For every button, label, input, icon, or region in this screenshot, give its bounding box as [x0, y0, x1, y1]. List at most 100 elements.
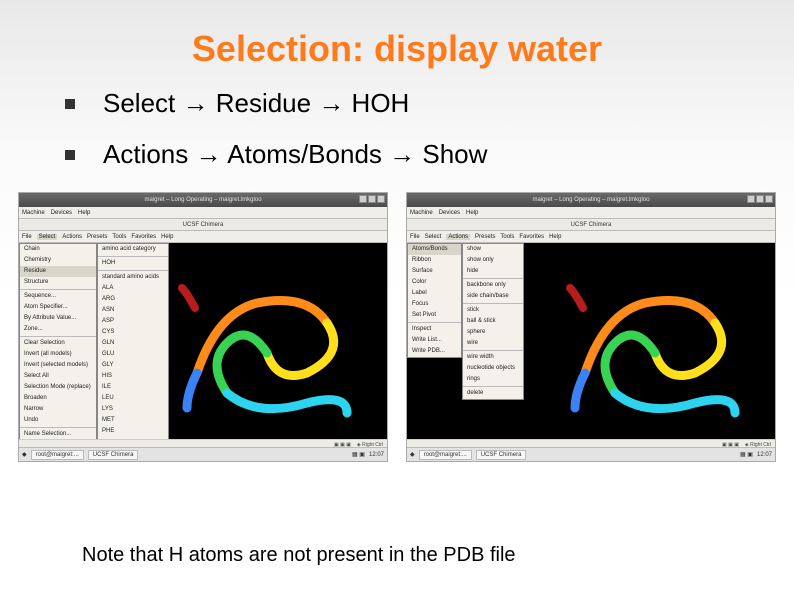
vm-menu-item[interactable]: Help	[78, 210, 90, 216]
submenu-item[interactable]: ball & stick	[463, 316, 523, 327]
taskbar-button[interactable]: UCSF Chimera	[476, 450, 527, 460]
bullet-list: Select → Residue → HOH Actions → Atoms/B…	[0, 88, 794, 170]
submenu-item[interactable]: ILE	[98, 382, 168, 393]
submenu-item[interactable]: GLY	[98, 360, 168, 371]
vm-menu-item[interactable]: Devices	[51, 210, 72, 216]
clock: 12:07	[757, 452, 772, 458]
submenu-item[interactable]: backbone only	[463, 280, 523, 291]
menu-item[interactable]: Ribbon	[408, 255, 461, 266]
menu-item[interactable]: Clear Selection	[20, 338, 96, 349]
submenu-item[interactable]: PHE	[98, 426, 168, 437]
menu-tools[interactable]: Tools	[112, 234, 126, 240]
submenu-item[interactable]: ALA	[98, 283, 168, 294]
submenu-item[interactable]: ASN	[98, 305, 168, 316]
viewport: Chain Chemistry Residue Structure Sequen…	[19, 243, 387, 439]
submenu-item[interactable]: stick	[463, 305, 523, 316]
menu-select[interactable]: Select	[425, 234, 442, 240]
submenu-item[interactable]: nucleotide objects	[463, 363, 523, 374]
submenu-item[interactable]: wire	[463, 338, 523, 349]
menu-item[interactable]: Label	[408, 288, 461, 299]
submenu-item[interactable]: show only	[463, 255, 523, 266]
submenu-item[interactable]: amino acid category	[98, 244, 168, 255]
vm-menu-item[interactable]: Machine	[22, 210, 45, 216]
menu-favorites[interactable]: Favorites	[131, 234, 156, 240]
tray-icon: ▦ ▣	[352, 451, 365, 458]
submenu-item[interactable]: HIS	[98, 371, 168, 382]
menu-file[interactable]: File	[410, 234, 420, 240]
menu-presets[interactable]: Presets	[87, 234, 107, 240]
submenu-item[interactable]: hide	[463, 266, 523, 277]
menu-item-atomsbonds[interactable]: Atoms/Bonds	[408, 244, 461, 255]
submenu-item[interactable]: CYS	[98, 327, 168, 338]
menu-item[interactable]: Structure	[20, 277, 96, 288]
taskbar-button[interactable]: UCSF Chimera	[88, 450, 139, 460]
menu-file[interactable]: File	[22, 234, 32, 240]
menu-help[interactable]: Help	[549, 234, 561, 240]
menu-item[interactable]: Name Selection...	[20, 429, 96, 439]
menu-item[interactable]: Chain	[20, 244, 96, 255]
menu-item[interactable]: Surface	[408, 266, 461, 277]
atomsbonds-submenu[interactable]: show show only hide backbone only side c…	[462, 243, 524, 400]
square-bullet-icon	[65, 99, 75, 109]
submenu-item[interactable]: GLU	[98, 349, 168, 360]
menu-item[interactable]: Inspect	[408, 324, 461, 335]
submenu-item[interactable]: LYS	[98, 404, 168, 415]
menu-item[interactable]: Sequence...	[20, 291, 96, 302]
residue-submenu[interactable]: amino acid category HOH standard amino a…	[97, 243, 169, 439]
submenu-item[interactable]: MET	[98, 415, 168, 426]
menu-item[interactable]: Color	[408, 277, 461, 288]
submenu-item-hoh[interactable]: HOH	[98, 258, 168, 269]
menu-item[interactable]: Undo	[20, 415, 96, 426]
menu-actions[interactable]: Actions	[446, 234, 470, 240]
taskbar: ◆ root@maigret:... UCSF Chimera ▦ ▣ 12:0…	[407, 447, 775, 461]
vm-menu-item[interactable]: Machine	[410, 210, 433, 216]
menu-tools[interactable]: Tools	[500, 234, 514, 240]
start-icon[interactable]: ◆	[22, 451, 27, 458]
app-titlebar: UCSF Chimera	[19, 219, 387, 231]
menu-select[interactable]: Select	[37, 234, 58, 240]
menu-item[interactable]: Invert (all models)	[20, 349, 96, 360]
menu-presets[interactable]: Presets	[475, 234, 495, 240]
menu-item[interactable]: Atom Specifier...	[20, 302, 96, 313]
submenu-item[interactable]: LEU	[98, 393, 168, 404]
submenu-item[interactable]: PRO	[98, 437, 168, 439]
select-dropdown[interactable]: Chain Chemistry Residue Structure Sequen…	[19, 243, 97, 439]
submenu-item[interactable]: rings	[463, 374, 523, 385]
menu-item[interactable]: Broaden	[20, 393, 96, 404]
menu-item[interactable]: Write PDB...	[408, 346, 461, 357]
taskbar-button[interactable]: root@maigret:...	[419, 450, 472, 460]
actions-dropdown[interactable]: Atoms/Bonds Ribbon Surface Color Label F…	[407, 243, 462, 358]
submenu-item[interactable]: ARG	[98, 294, 168, 305]
submenu-item[interactable]: side chain/base	[463, 291, 523, 302]
submenu-item[interactable]: standard amino acids	[98, 272, 168, 283]
bullet-item: Select → Residue → HOH	[65, 88, 754, 119]
menu-item[interactable]: Zone...	[20, 324, 96, 335]
taskbar: ◆ root@maigret:... UCSF Chimera ▦ ▣ 12:0…	[19, 447, 387, 461]
app-menubar: File Select Actions Presets Tools Favori…	[407, 231, 775, 243]
menu-item[interactable]: Narrow	[20, 404, 96, 415]
vm-menu-item[interactable]: Help	[466, 210, 478, 216]
menu-help[interactable]: Help	[161, 234, 173, 240]
submenu-item[interactable]: delete	[463, 388, 523, 399]
menu-item[interactable]: Select All	[20, 371, 96, 382]
menu-item[interactable]: Chemistry	[20, 255, 96, 266]
menu-favorites[interactable]: Favorites	[519, 234, 544, 240]
menu-item[interactable]: Set Pivot	[408, 310, 461, 321]
vm-menu-item[interactable]: Devices	[439, 210, 460, 216]
submenu-item[interactable]: sphere	[463, 327, 523, 338]
submenu-item[interactable]: wire width	[463, 352, 523, 363]
menu-item[interactable]: Invert (selected models)	[20, 360, 96, 371]
menu-actions[interactable]: Actions	[62, 234, 82, 240]
start-icon[interactable]: ◆	[410, 451, 415, 458]
menu-item[interactable]: Write List...	[408, 335, 461, 346]
submenu-item-show[interactable]: show	[463, 244, 523, 255]
menu-item[interactable]: Focus	[408, 299, 461, 310]
menu-item[interactable]: By Attribute Value...	[20, 313, 96, 324]
screenshot-row: maigret – Long Operating – maigret.lmkgl…	[0, 190, 794, 462]
submenu-item[interactable]: ASP	[98, 316, 168, 327]
taskbar-button[interactable]: root@maigret:...	[31, 450, 84, 460]
menu-item[interactable]: Selection Mode (replace)	[20, 382, 96, 393]
submenu-item[interactable]: GLN	[98, 338, 168, 349]
menu-item-residue[interactable]: Residue	[20, 266, 96, 277]
vm-title-text: maigret – Long Operating – maigret.lmkgl…	[532, 197, 649, 203]
